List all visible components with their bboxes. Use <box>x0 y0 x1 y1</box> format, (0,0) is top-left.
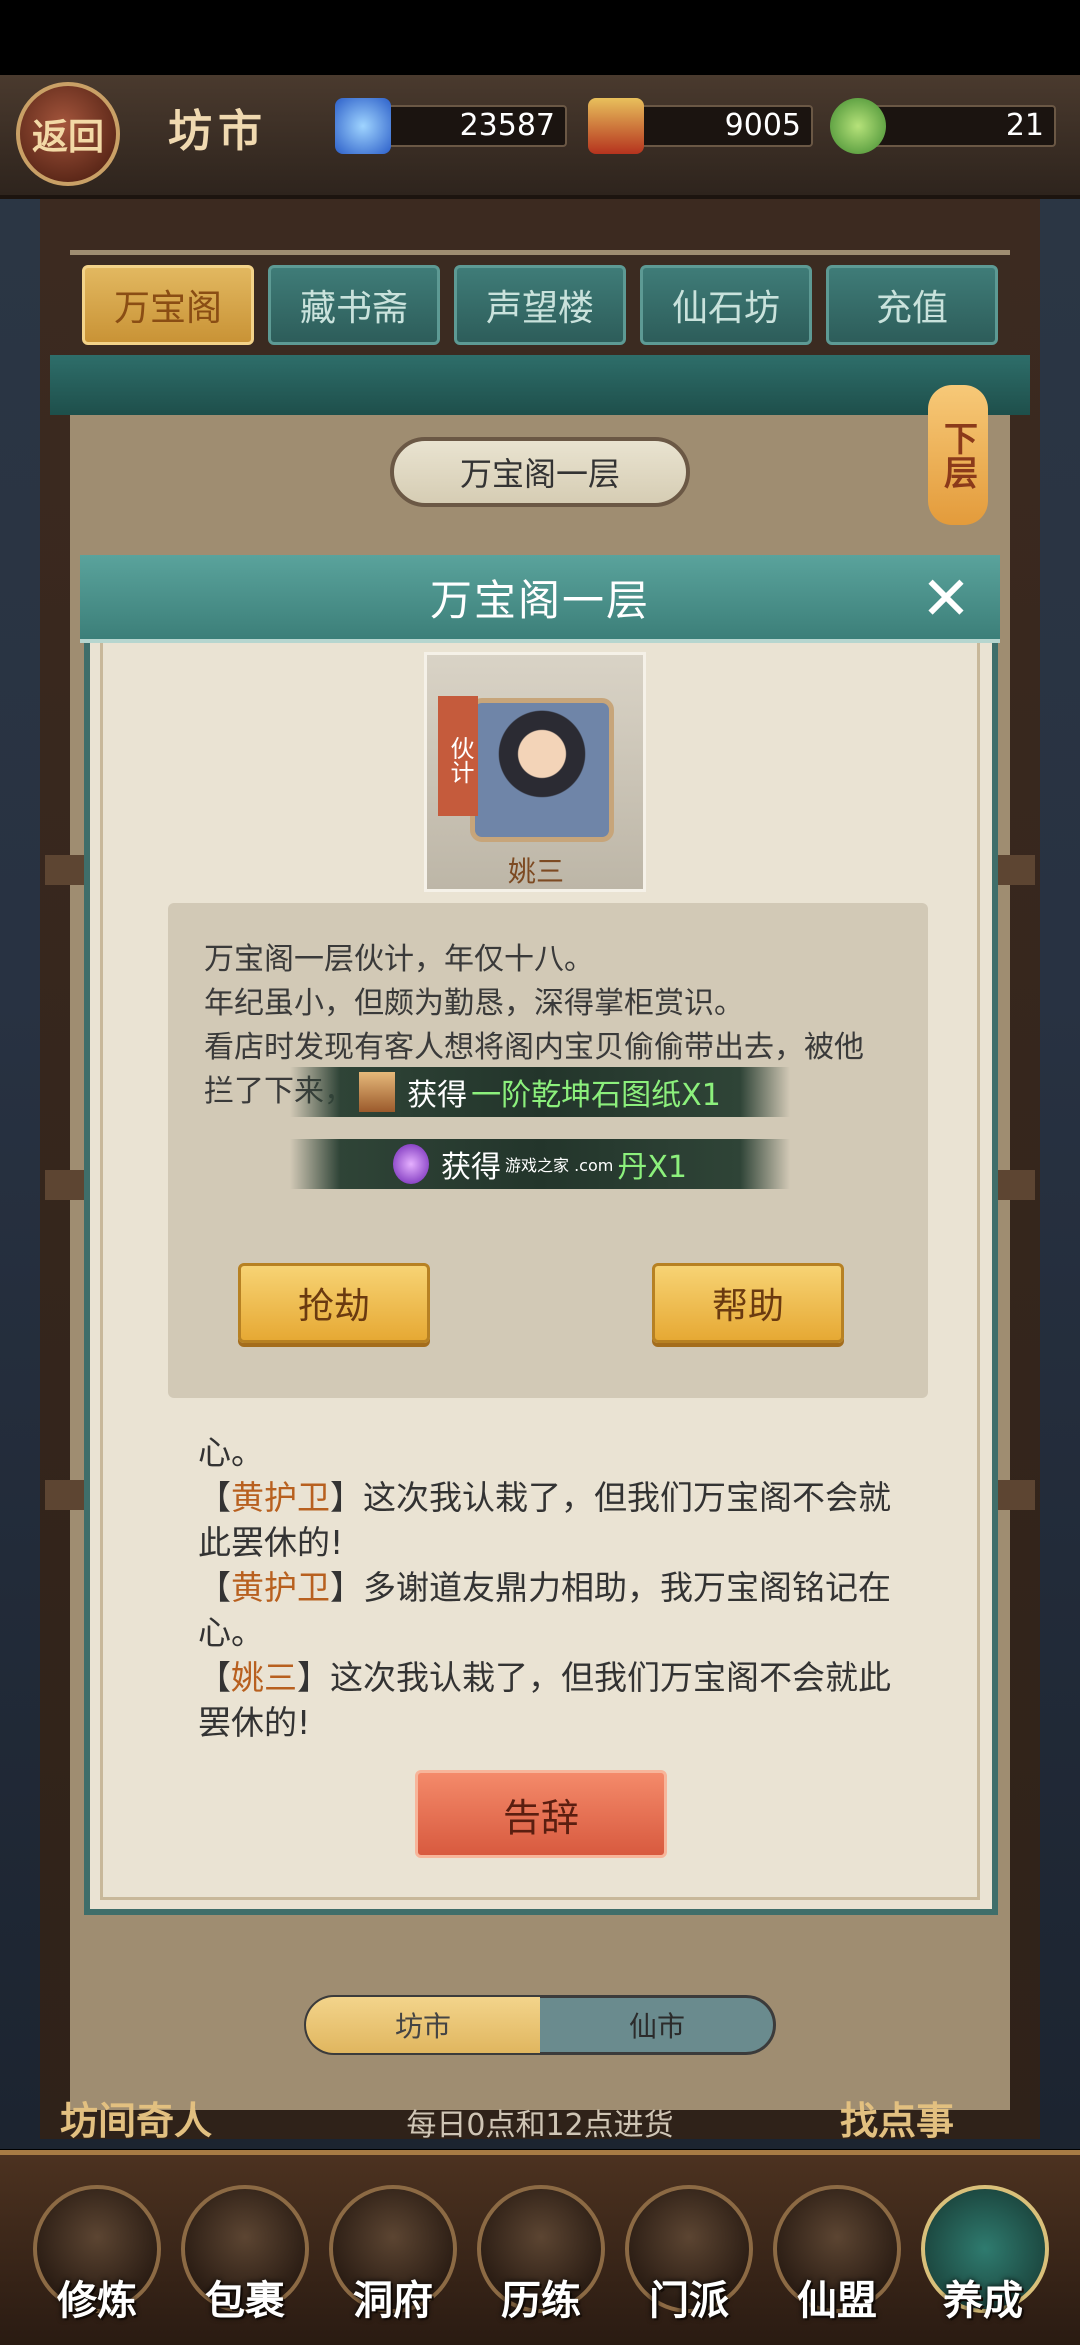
nav-cave-mansion[interactable]: 洞府 <box>320 2268 466 2326</box>
log-entry: 【姚三】这次我认栽了，但我们万宝阁不会就此罢休的! <box>198 1658 891 1742</box>
log-speaker: 姚三 <box>231 1658 297 1697</box>
npc-name: 姚三 <box>507 855 564 888</box>
nav-cultivate[interactable]: 修炼 <box>24 2268 170 2326</box>
help-button[interactable]: 帮助 <box>652 1263 844 1343</box>
reward-toast: 获得 游戏之家 .com 丹X1 <box>290 1139 790 1189</box>
reward-item: 丹X1 <box>617 1150 687 1185</box>
tab-wanbaoge[interactable]: 万宝阁 <box>82 265 254 345</box>
log-text: 心。 <box>198 1433 264 1472</box>
log-speaker: 黄护卫 <box>231 1478 330 1517</box>
nav-sect[interactable]: 门派 <box>616 2268 762 2326</box>
merchant-button[interactable]: 坊间奇人 <box>60 2090 212 2145</box>
story-line: 看店时发现有客人想将阁内宝贝偷偷带出去，被他 <box>204 1030 864 1065</box>
close-button[interactable]: ✕ <box>914 564 978 634</box>
farewell-button[interactable]: 告辞 <box>415 1770 667 1858</box>
story-line: 万宝阁一层伙计，年仅十八。 <box>204 942 594 977</box>
market-switch-fangshi[interactable]: 坊市 <box>306 1997 540 2053</box>
tab-recharge[interactable]: 充值 <box>826 265 998 345</box>
close-icon: ✕ <box>920 564 972 634</box>
next-floor-lantern[interactable]: 下层 <box>928 385 988 525</box>
tab-cangshuzhai[interactable]: 藏书斋 <box>268 265 440 345</box>
spirit-crystal-icon <box>335 98 391 154</box>
errand-button[interactable]: 找点事 <box>840 2090 954 2145</box>
nav-alliance[interactable]: 仙盟 <box>764 2268 910 2326</box>
status-bar <box>0 0 1080 75</box>
reward-toast: 获得 一阶乾坤石图纸X1 <box>290 1067 790 1117</box>
red-envelope-icon <box>588 98 644 154</box>
back-button[interactable]: 返回 <box>16 82 120 186</box>
market-switch-xianshi[interactable]: 仙市 <box>540 1997 774 2053</box>
nav-bag[interactable]: 包裹 <box>172 2268 318 2326</box>
awning <box>50 355 1030 415</box>
log-speaker: 黄护卫 <box>231 1568 330 1607</box>
rob-button[interactable]: 抢劫 <box>238 1263 430 1343</box>
reward-prefix: 获得 <box>441 1150 501 1185</box>
nav-develop[interactable]: 养成 <box>910 2268 1056 2326</box>
dialog-title: 万宝阁一层 <box>429 575 650 625</box>
jade-coin-icon <box>830 98 886 154</box>
watermark: 游戏之家 .com <box>505 1156 614 1175</box>
floor-label: 万宝阁一层 <box>390 437 690 507</box>
reward-prefix: 获得 <box>407 1078 468 1113</box>
story-line: 年纪虽小，但颇为勤恳，深得掌柜赏识。 <box>204 986 744 1021</box>
log-text: 这次我认栽了，但我们万宝阁不会就此罢休的! <box>198 1658 891 1742</box>
npc-role-banner: 伙计 <box>438 696 478 816</box>
npc-portrait <box>470 698 614 842</box>
nav-training[interactable]: 历练 <box>468 2268 614 2326</box>
log-entry: 心。 <box>198 1430 898 1475</box>
blueprint-scroll-icon <box>359 1072 396 1112</box>
log-entry: 【黄护卫】这次我认栽了，但我们万宝阁不会就此罢休的! <box>198 1478 891 1562</box>
page-title: 坊市 <box>168 106 268 157</box>
tab-xianshifang[interactable]: 仙石坊 <box>640 265 812 345</box>
reward-item: 一阶乾坤石图纸X1 <box>471 1078 721 1113</box>
tab-shengwanglou[interactable]: 声望楼 <box>454 265 626 345</box>
dialog-log: 心。 【黄护卫】这次我认栽了，但我们万宝阁不会就此罢休的! 【黄护卫】多谢道友鼎… <box>198 1430 898 1745</box>
log-entry: 【黄护卫】多谢道友鼎力相助，我万宝阁铭记在心。 <box>198 1568 891 1652</box>
purple-pill-icon <box>393 1144 429 1184</box>
